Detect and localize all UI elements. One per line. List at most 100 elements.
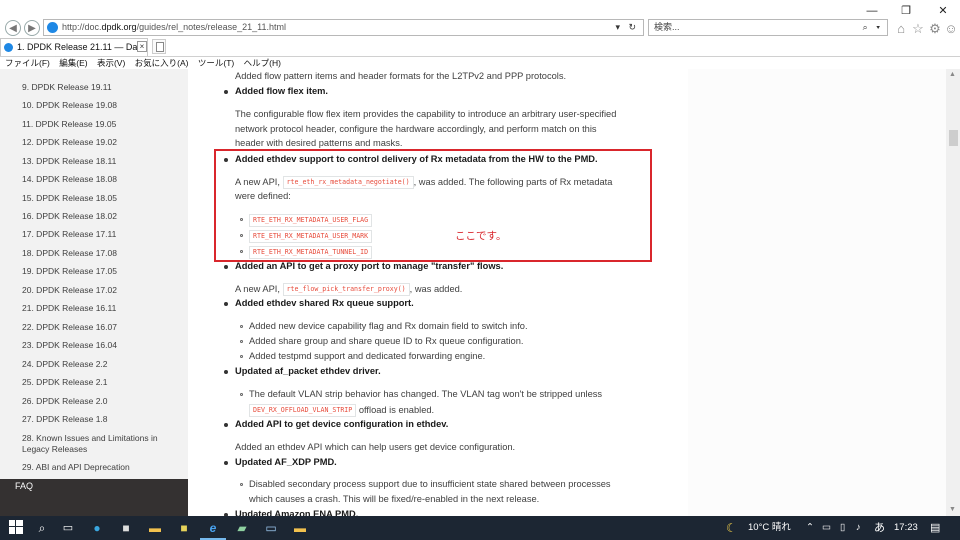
sidebar-item[interactable]: 10. DPDK Release 19.08	[22, 100, 182, 111]
proxy-pre: A new API,	[235, 283, 280, 294]
menu-view[interactable]: 表示(V)	[97, 58, 125, 68]
ime-indicator[interactable]: あ	[874, 516, 885, 540]
afxdp-item-1: Disabled secondary process support due t…	[249, 479, 611, 489]
sidebar-item[interactable]: 15. DPDK Release 18.05	[22, 193, 182, 204]
url-host: dpdk.org	[101, 22, 137, 32]
task-view-icon[interactable]: ▭	[60, 520, 76, 536]
circle-bullet	[240, 355, 243, 358]
circle-bullet	[240, 393, 243, 396]
bullet	[224, 90, 228, 94]
sidebar-item[interactable]: 16. DPDK Release 18.02	[22, 211, 182, 222]
menu-help[interactable]: ヘルプ(H)	[244, 58, 281, 68]
home-icon[interactable]: ⌂	[893, 21, 909, 36]
sidebar-item[interactable]: 19. DPDK Release 17.05	[22, 266, 182, 277]
tab-close-button[interactable]: ×	[137, 41, 147, 52]
taskbar: ⌕ ▭ ● ■ ▬ ■ e ▰ ▭ ▬ ☾ 10°C 晴れ ⌃ ▭ ▯ ♪ あ …	[0, 516, 960, 540]
sidebar-item[interactable]: 28. Known Issues and Limitations in	[22, 433, 182, 444]
app-icon[interactable]: ■	[176, 520, 192, 536]
clock-time[interactable]: 17:23	[894, 516, 918, 540]
scroll-up-icon[interactable]: ▲	[949, 71, 956, 78]
flex-paragraph-3: header with desired patterns and masks.	[235, 138, 403, 148]
volume-icon[interactable]: ♪	[856, 516, 861, 540]
devconf-text: Added an ethdev API which can help users…	[235, 442, 516, 452]
url-prefix: http://doc.	[62, 22, 102, 32]
smiley-icon[interactable]: ☺	[943, 21, 959, 36]
circle-bullet	[240, 325, 243, 328]
menu-tools[interactable]: ツール(T)	[198, 58, 234, 68]
highlight-box	[214, 149, 652, 262]
bullet	[224, 423, 228, 427]
ie-page-icon	[47, 22, 58, 33]
circle-bullet	[240, 483, 243, 486]
windows-start-icon[interactable]	[8, 520, 24, 536]
proxy-api-code: rte_flow_pick_transfer_proxy()	[282, 283, 410, 296]
edge-icon[interactable]: ●	[89, 520, 105, 536]
photos-icon[interactable]: ▰	[234, 520, 250, 536]
search-input[interactable]: 検索... ⌕ ▾	[648, 19, 888, 36]
sidebar-item[interactable]: 24. DPDK Release 2.2	[22, 359, 182, 370]
sidebar-item[interactable]: 22. DPDK Release 16.07	[22, 322, 182, 333]
window-icon[interactable]: ▭	[263, 520, 279, 536]
maximize-button[interactable]: ❐	[891, 1, 921, 21]
sidebar-item[interactable]: 29. ABI and API Deprecation	[22, 462, 182, 473]
menu-favorites[interactable]: お気に入り(A)	[135, 58, 189, 68]
sidebar-item[interactable]: 26. DPDK Release 2.0	[22, 396, 182, 407]
sidebar-item[interactable]: 12. DPDK Release 19.02	[22, 137, 182, 148]
flex-paragraph-2: network protocol header, configure the h…	[235, 124, 597, 134]
afpacket-code: DEV_RX_OFFLOAD_VLAN_STRIP	[249, 404, 357, 417]
menu-file[interactable]: ファイル(F)	[5, 58, 50, 68]
tray-chevron-icon[interactable]: ⌃	[806, 516, 814, 540]
sidebar-item[interactable]: Legacy Releases	[22, 444, 182, 455]
circle-bullet	[240, 340, 243, 343]
weather-text[interactable]: 10°C 晴れ	[748, 516, 791, 540]
proxy-heading: Added an API to get a proxy port to mana…	[235, 261, 504, 271]
bullet	[224, 461, 228, 465]
new-tab-button[interactable]	[152, 39, 166, 54]
bullet	[224, 370, 228, 374]
forward-button[interactable]: ▶	[24, 20, 40, 36]
tab-active[interactable]: 1. DPDK Release 21.11 — Da...	[0, 38, 148, 56]
l2tp-text: Added flow pattern items and header form…	[235, 71, 567, 81]
sidebar-item[interactable]: 13. DPDK Release 18.11	[22, 156, 182, 167]
notification-icon[interactable]: ▤	[930, 516, 940, 540]
sidebar-item[interactable]: 25. DPDK Release 2.1	[22, 377, 182, 388]
sidebar-item[interactable]: 27. DPDK Release 1.8	[22, 414, 182, 425]
sidebar-item[interactable]: 11. DPDK Release 19.05	[22, 119, 182, 130]
scroll-down-icon[interactable]: ▼	[949, 506, 956, 513]
menu-edit[interactable]: 編集(E)	[59, 58, 87, 68]
sidebar-item[interactable]: 23. DPDK Release 16.04	[22, 340, 182, 351]
sidebar-item[interactable]: 21. DPDK Release 16.11	[22, 303, 182, 314]
moon-weather-icon[interactable]: ☾	[726, 516, 737, 540]
file-explorer-icon[interactable]: ▬	[147, 520, 163, 536]
page-margin	[688, 69, 946, 516]
minimize-button[interactable]: —	[857, 1, 887, 21]
sidebar-item[interactable]: 14. DPDK Release 18.08	[22, 174, 182, 185]
store-icon[interactable]: ■	[118, 520, 134, 536]
sidebar-faq[interactable]: FAQ	[15, 481, 33, 491]
sidebar-item[interactable]: 9. DPDK Release 19.11	[22, 82, 182, 93]
ie-taskbar-icon[interactable]: e	[205, 520, 221, 536]
annotation-text: ここです。	[455, 230, 507, 242]
sharedrx-item: Added new device capability flag and Rx …	[249, 321, 528, 331]
search-icon[interactable]: ⌕ ▾	[863, 20, 883, 35]
scrollbar-thumb[interactable]	[949, 130, 958, 146]
refresh-icon[interactable]: ▾ ↻	[615, 20, 639, 35]
sidebar-item[interactable]: 17. DPDK Release 17.11	[22, 229, 182, 240]
search-icon[interactable]: ⌕	[34, 520, 50, 536]
close-window-button[interactable]: ✕	[928, 1, 958, 21]
devconf-heading: Added API to get device configuration in…	[235, 419, 449, 429]
network-icon[interactable]: ▭	[822, 516, 831, 540]
sharedrx-item: Added testpmd support and dedicated forw…	[249, 351, 486, 361]
afpacket-item: The default VLAN strip behavior has chan…	[249, 389, 603, 399]
proxy-paragraph: A new API, rte_flow_pick_transfer_proxy(…	[235, 283, 462, 296]
battery-icon[interactable]: ▯	[840, 516, 845, 540]
flex-heading: Added flow flex item.	[235, 86, 328, 96]
afxdp-item-2: which causes a crash. This will be fixed…	[249, 494, 540, 504]
folder-icon[interactable]: ▬	[292, 520, 308, 536]
sidebar-item[interactable]: 18. DPDK Release 17.08	[22, 248, 182, 259]
favorites-icon[interactable]: ☆	[910, 21, 926, 37]
back-button[interactable]: ◀	[5, 20, 21, 36]
gear-icon[interactable]: ⚙	[927, 21, 943, 37]
sidebar-item[interactable]: 20. DPDK Release 17.02	[22, 285, 182, 296]
address-bar[interactable]: http://doc.dpdk.org/guides/rel_notes/rel…	[43, 19, 644, 36]
